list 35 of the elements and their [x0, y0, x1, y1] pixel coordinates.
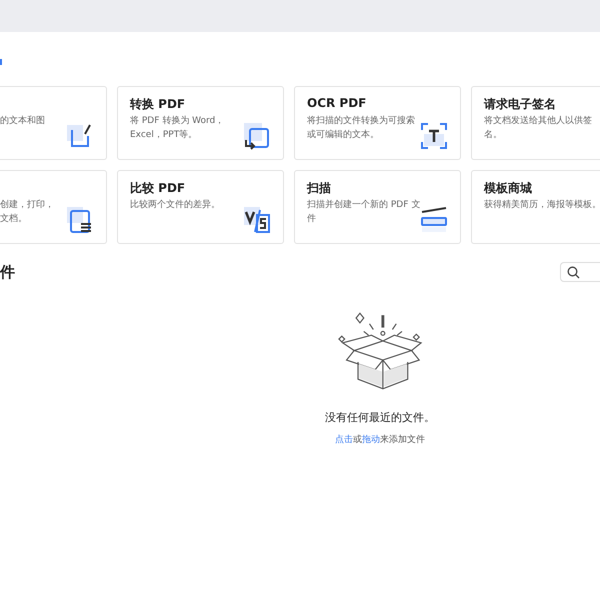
card-description: 创建，打印，文档。: [0, 198, 55, 226]
tool-card[interactable]: OCR PDF 将扫描的文件转换为可搜索或可编辑的文本。: [294, 86, 461, 160]
hint-text: 或: [353, 434, 362, 446]
search-icon: [567, 266, 580, 278]
card-description: 的文本和图: [0, 114, 46, 128]
search-field[interactable]: [560, 262, 600, 282]
tool-card[interactable]: 请求电子签名 将文档发送给其他人以供签名。: [471, 86, 600, 160]
document-list-icon: [66, 206, 94, 234]
card-description: 将 PDF 转换为 Word，Excel，PPT等。: [130, 114, 226, 142]
empty-message: 没有任何最近的文件。: [325, 410, 435, 425]
card-description: 比较两个文件的差异。: [130, 198, 221, 212]
tool-card[interactable]: 模板商城 获得精美简历，海报等模板。: [471, 170, 600, 244]
text-recognition-icon: [420, 122, 448, 150]
card-title: 比较 PDF: [130, 180, 186, 196]
card-title: OCR PDF: [307, 96, 368, 112]
convert-document-icon: [243, 122, 271, 150]
tool-card[interactable]: 转换 PDF 将 PDF 转换为 Word，Excel，PPT等。: [117, 86, 284, 160]
tool-card[interactable]: 创建，打印，文档。: [0, 170, 107, 244]
tool-card[interactable]: 比较 PDF 比较两个文件的差异。: [117, 170, 284, 244]
heading-accent-icon: [0, 59, 2, 65]
scanner-icon: [420, 206, 448, 234]
card-description: 获得精美简历，海报等模板。: [484, 198, 600, 212]
tool-card[interactable]: 扫描 扫描并创建一个新的 PDF 文件: [294, 170, 461, 244]
tool-card[interactable]: 的文本和图: [0, 86, 107, 160]
hint-link[interactable]: 点击: [335, 433, 353, 446]
compare-icon: [243, 206, 271, 234]
card-title: 模板商城: [484, 180, 533, 196]
card-description: 将扫描的文件转换为可搜索或可编辑的文本。: [307, 114, 416, 142]
card-title: 转换 PDF: [130, 96, 186, 112]
card-title: 扫描: [307, 180, 332, 196]
card-description: 扫描并创建一个新的 PDF 文件: [307, 198, 421, 226]
hint-text: 来添加文件: [380, 434, 425, 446]
card-description: 将文档发送给其他人以供签名。: [484, 114, 593, 142]
hint-link[interactable]: 拖动: [362, 433, 380, 446]
card-title: 请求电子签名: [484, 96, 557, 112]
